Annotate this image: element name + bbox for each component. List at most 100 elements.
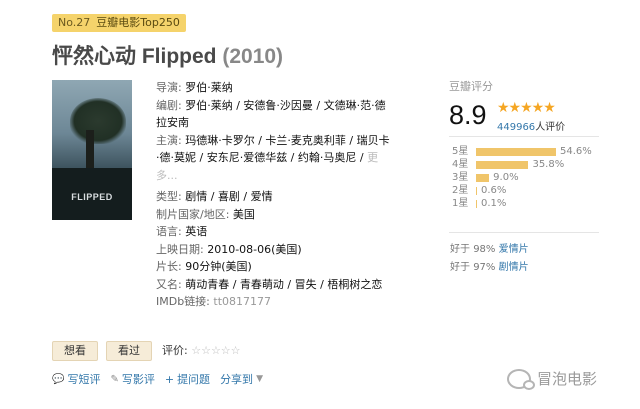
better-pct: 97% — [473, 262, 496, 273]
country-label: 制片国家/地区: — [156, 207, 230, 221]
rating-score: 8.9 — [449, 100, 487, 130]
movie-title: 怦然心动 Flipped (2010) — [52, 40, 283, 70]
better-than-romance: 好于 98% 爱情片 — [450, 241, 529, 259]
ask-label: 提问题 — [177, 373, 211, 386]
write-short-review-link[interactable]: 💬 写短评 — [52, 371, 100, 387]
dist-star-label: 4星 — [452, 159, 469, 170]
pencil-icon: ✎ — [110, 373, 119, 385]
comment-icon: 💬 — [52, 373, 65, 385]
language-value: 英语 — [185, 225, 208, 238]
country-row: 制片国家/地区: 美国 — [156, 206, 391, 224]
language-label: 语言: — [156, 225, 182, 238]
dist-star-label: 1星 — [452, 198, 469, 209]
dist-bar — [476, 161, 529, 169]
rate-stars-icon[interactable]: ☆☆☆☆☆ — [191, 344, 240, 357]
imdb-link[interactable]: tt0817177 — [213, 295, 271, 308]
aka-value: 萌动青春 / 青春萌动 / 冒失 / 梧桐树之恋 — [185, 277, 383, 291]
rating-dist-row: 3星 9.0% — [452, 172, 602, 184]
poster-tree — [70, 98, 126, 144]
wechat-logo-icon — [507, 368, 535, 390]
director-label: 导演: — [156, 81, 182, 94]
runtime-row: 片长: 90分钟(美国) — [156, 258, 391, 276]
rating-panel: 豆瓣评分 8.9 ★★★★★ 449966人评价 — [449, 78, 599, 133]
rating-distribution: 5星 54.6% 4星 35.8% 3星 9.0% 2星 0.6% 1星 0.1% — [452, 146, 602, 211]
better-than-panel: 好于 98% 爱情片 好于 97% 剧情片 — [450, 241, 529, 277]
divider — [449, 232, 599, 233]
share-dropdown[interactable]: 分享到 ▼ — [220, 371, 263, 387]
imdb-label: IMDb链接: — [156, 295, 210, 308]
ask-question-link[interactable]: + 提问题 — [165, 371, 210, 387]
votes-suffix: 人评价 — [535, 122, 566, 133]
better-than-drama: 好于 97% 剧情片 — [450, 259, 529, 277]
better-prefix: 好于 — [450, 244, 470, 255]
release-label: 上映日期: — [156, 242, 204, 256]
dist-pct: 9.0% — [493, 172, 519, 183]
writer-value[interactable]: 罗伯·莱纳 / 安德鲁·沙因曼 / 文德琳·范·德拉安南 — [156, 99, 386, 130]
rating-dist-row: 5星 54.6% — [452, 146, 602, 158]
movie-info: 导演: 罗伯·莱纳 编剧: 罗伯·莱纳 / 安德鲁·沙因曼 / 文德琳·范·德拉… — [156, 79, 391, 311]
title-year: (2010) — [222, 45, 284, 68]
better-pct: 98% — [473, 244, 496, 255]
want-to-watch-button[interactable]: 想看 — [52, 341, 98, 361]
dist-pct: 0.6% — [481, 185, 507, 196]
short-review-label: 写短评 — [67, 373, 101, 386]
dist-pct: 35.8% — [532, 159, 565, 170]
write-review-link[interactable]: ✎ 写影评 — [110, 371, 154, 387]
share-label: 分享到 — [220, 373, 254, 386]
writer-label: 编剧: — [156, 98, 182, 112]
runtime-value: 90分钟(美国) — [185, 260, 252, 273]
poster-trunk — [86, 130, 94, 172]
dist-pct: 54.6% — [560, 146, 592, 157]
aka-label: 又名: — [156, 277, 182, 291]
rank-text: No.27 — [58, 16, 91, 29]
release-value: 2010-08-06(美国) — [207, 242, 302, 256]
genre-row: 类型: 剧情 / 喜剧 / 爱情 — [156, 188, 391, 206]
top250-badge[interactable]: No.27 豆瓣电影Top250 — [52, 14, 186, 32]
dist-bar — [476, 200, 477, 208]
list-name: 豆瓣电影Top250 — [96, 16, 180, 29]
language-row: 语言: 英语 — [156, 223, 391, 241]
watermark: 冒泡电影 — [507, 368, 598, 390]
poster-title: FLIPPED — [71, 192, 113, 202]
divider — [449, 136, 599, 137]
review-label: 写影评 — [121, 373, 155, 386]
dist-star-label: 5星 — [452, 146, 469, 157]
director-value[interactable]: 罗伯·莱纳 — [185, 81, 233, 94]
rating-votes[interactable]: 449966人评价 — [497, 118, 565, 133]
runtime-label: 片长: — [156, 260, 182, 273]
rating-stars-icon: ★★★★★ — [497, 100, 556, 116]
rate-label: 评价: — [162, 344, 188, 357]
release-row: 上映日期: 2010-08-06(美国) — [156, 241, 391, 259]
user-rating: 评价: ☆☆☆☆☆ — [162, 342, 241, 358]
better-category-link[interactable]: 剧情片 — [499, 262, 529, 273]
writer-row: 编剧: 罗伯·莱纳 / 安德鲁·沙因曼 / 文德琳·范·德拉安南 — [156, 97, 391, 132]
votes-count[interactable]: 449966 — [497, 122, 535, 133]
action-links: 💬 写短评 ✎ 写影评 + 提问题 分享到 ▼ — [52, 371, 263, 387]
better-category-link[interactable]: 爱情片 — [499, 244, 529, 255]
plus-icon: + — [164, 372, 175, 386]
dist-bar — [476, 174, 490, 182]
watched-button[interactable]: 看过 — [106, 341, 152, 361]
dist-star-label: 2星 — [452, 185, 469, 196]
genre-label: 类型: — [156, 190, 182, 203]
rating-label: 豆瓣评分 — [449, 80, 493, 93]
dist-bar — [476, 148, 556, 156]
title-text: 怦然心动 Flipped — [52, 45, 217, 68]
genre-value: 剧情 / 喜剧 / 爱情 — [185, 190, 273, 203]
dist-star-label: 3星 — [452, 172, 469, 183]
director-row: 导演: 罗伯·莱纳 — [156, 79, 391, 97]
aka-row: 又名: 萌动青春 / 青春萌动 / 冒失 / 梧桐树之恋 — [156, 276, 391, 294]
watermark-text: 冒泡电影 — [537, 370, 598, 388]
imdb-row: IMDb链接: tt0817177 — [156, 293, 391, 311]
cast-row: 主演: 玛德琳·卡罗尔 / 卡兰·麦克奥利菲 / 瑞贝卡·德·莫妮 / 安东尼·… — [156, 132, 391, 185]
caret-down-icon: ▼ — [256, 374, 263, 384]
rating-dist-row: 2星 0.6% — [452, 185, 602, 197]
rating-dist-row: 1星 0.1% — [452, 198, 602, 210]
dist-bar — [476, 187, 477, 195]
better-prefix: 好于 — [450, 262, 470, 273]
cast-label: 主演: — [156, 133, 182, 147]
cast-value[interactable]: 玛德琳·卡罗尔 / 卡兰·麦克奥利菲 / 瑞贝卡·德·莫妮 / 安东尼·爱德华兹… — [156, 134, 390, 165]
rating-dist-row: 4星 35.8% — [452, 159, 602, 171]
poster-image[interactable]: FLIPPED — [52, 80, 132, 220]
dist-pct: 0.1% — [481, 198, 507, 209]
